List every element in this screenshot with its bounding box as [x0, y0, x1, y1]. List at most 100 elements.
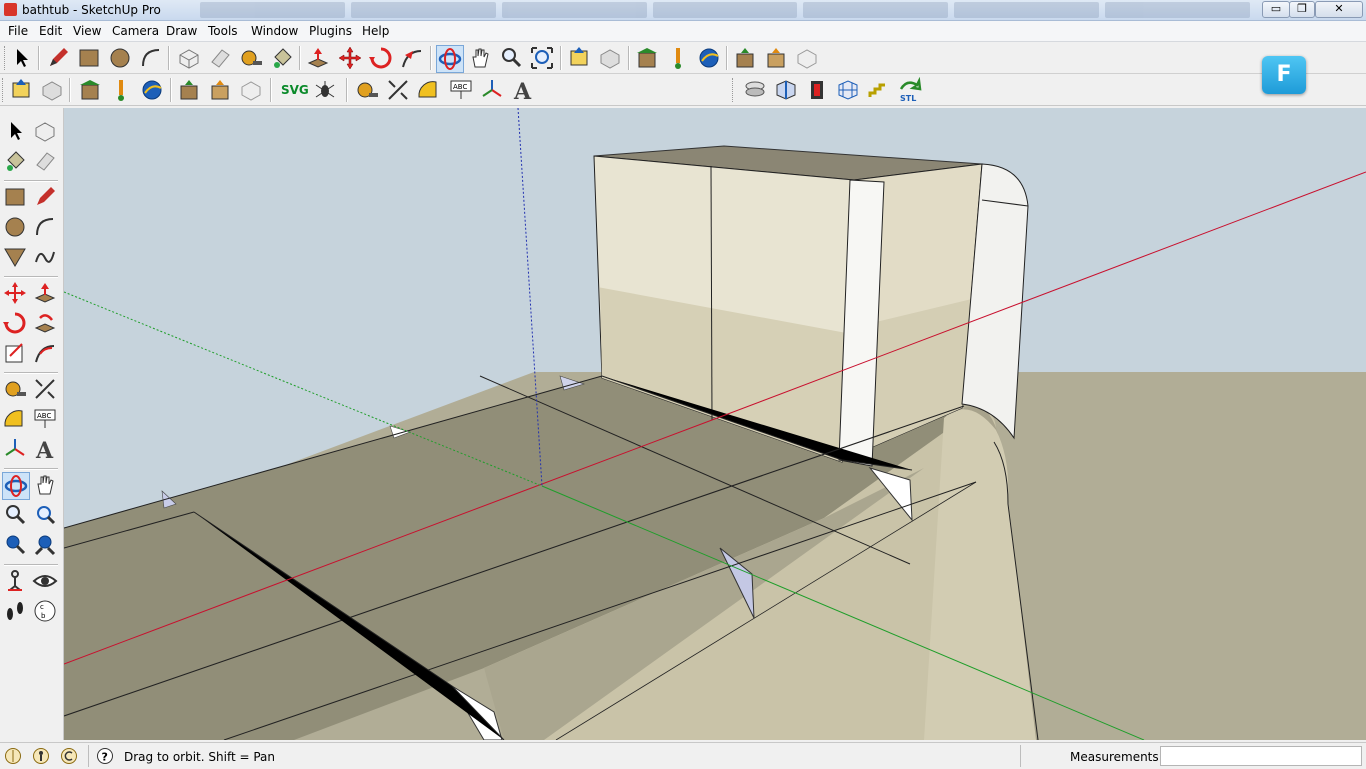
tape-measure-icon[interactable]	[238, 45, 264, 71]
pan-icon[interactable]	[467, 45, 493, 71]
dimension-icon[interactable]	[385, 77, 411, 103]
push-pull-icon[interactable]	[32, 280, 58, 306]
arc-icon[interactable]	[138, 45, 164, 71]
svg-text:A: A	[35, 438, 54, 462]
minimize-button[interactable]: ▭	[1262, 1, 1290, 18]
menu-camera[interactable]: Camera	[112, 24, 159, 38]
bug-icon[interactable]	[312, 77, 338, 103]
left-toolbar: ABC A cb	[0, 108, 64, 740]
zoom-icon[interactable]	[2, 502, 28, 528]
export-icon[interactable]	[597, 45, 623, 71]
rectangle-icon[interactable]	[2, 184, 28, 210]
svg-export-button[interactable]: SVG	[281, 83, 309, 97]
push-pull-icon[interactable]	[305, 45, 331, 71]
3d-text-icon[interactable]: A	[510, 77, 536, 103]
credits-icon[interactable]	[32, 747, 50, 765]
circle-icon[interactable]	[2, 214, 28, 240]
stl-export-icon[interactable]: STL	[897, 77, 923, 103]
menu-help[interactable]: Help	[362, 24, 389, 38]
scale-icon[interactable]	[2, 340, 28, 366]
select-icon[interactable]	[8, 45, 34, 71]
follow-me-icon[interactable]	[32, 310, 58, 336]
get-models-icon[interactable]	[665, 45, 691, 71]
help-icon[interactable]: ?	[96, 747, 114, 765]
menu-edit[interactable]: Edit	[39, 24, 62, 38]
menu-view[interactable]: View	[73, 24, 101, 38]
google-earth-icon[interactable]	[139, 77, 165, 103]
zoom-icon[interactable]	[498, 45, 524, 71]
previous-view-icon[interactable]	[32, 532, 58, 558]
google-earth-icon[interactable]	[696, 45, 722, 71]
get-models-icon[interactable]	[108, 77, 134, 103]
close-button[interactable]: ✕	[1315, 1, 1363, 18]
3d-viewport[interactable]	[64, 108, 1366, 740]
paint-bucket-icon[interactable]	[2, 148, 28, 174]
geo-location-icon[interactable]	[4, 747, 22, 765]
stairs-icon[interactable]	[866, 77, 892, 103]
layer-icon[interactable]	[742, 77, 768, 103]
paint-bucket-icon[interactable]	[269, 45, 295, 71]
axes-icon[interactable]	[479, 77, 505, 103]
share-component-icon[interactable]	[207, 77, 233, 103]
text-icon[interactable]: ABC	[32, 406, 58, 432]
protractor-icon[interactable]	[416, 77, 442, 103]
zoom-extents-icon[interactable]	[2, 532, 28, 558]
dimension-icon[interactable]	[32, 376, 58, 402]
maximize-button[interactable]: ❐	[1289, 1, 1315, 18]
position-camera-icon[interactable]	[2, 568, 28, 594]
rotate-icon[interactable]	[2, 310, 28, 336]
text-icon[interactable]: ABC	[448, 77, 474, 103]
move-icon[interactable]	[337, 45, 363, 71]
protractor-icon[interactable]	[2, 406, 28, 432]
polygon-icon[interactable]	[2, 244, 28, 270]
freehand-icon[interactable]	[32, 244, 58, 270]
share-component-icon[interactable]	[763, 45, 789, 71]
rotate-icon[interactable]	[368, 45, 394, 71]
menu-draw[interactable]: Draw	[166, 24, 197, 38]
import-icon[interactable]	[566, 45, 592, 71]
3d-warehouse-icon[interactable]	[634, 45, 660, 71]
arc-icon[interactable]	[32, 214, 58, 240]
look-around-icon[interactable]	[32, 568, 58, 594]
menu-tools[interactable]: Tools	[208, 24, 238, 38]
tape-measure-icon[interactable]	[2, 376, 28, 402]
offset-icon[interactable]	[32, 340, 58, 366]
3d-text-icon[interactable]: A	[32, 436, 58, 462]
menu-file[interactable]: File	[8, 24, 28, 38]
share-model-icon[interactable]	[176, 77, 202, 103]
3d-warehouse-icon[interactable]	[77, 77, 103, 103]
orbit-icon[interactable]	[436, 45, 464, 73]
sign-in-icon[interactable]	[60, 747, 78, 765]
move-icon[interactable]	[2, 280, 28, 306]
measurements-input[interactable]	[1160, 746, 1362, 766]
make-component-icon[interactable]	[32, 118, 58, 144]
section-cut-icon[interactable]	[773, 77, 799, 103]
import-icon[interactable]	[8, 77, 34, 103]
door-icon[interactable]	[804, 77, 830, 103]
make-component-icon[interactable]	[176, 45, 202, 71]
pan-icon[interactable]	[32, 472, 58, 498]
extension-badge-button[interactable]: F	[1262, 56, 1306, 94]
walk-icon[interactable]	[2, 598, 28, 624]
circle-icon[interactable]	[107, 45, 133, 71]
orbit-icon[interactable]	[2, 472, 30, 500]
extension-icon[interactable]	[238, 77, 264, 103]
grid-icon[interactable]	[835, 77, 861, 103]
extension-icon[interactable]	[794, 45, 820, 71]
zoom-extents-icon[interactable]	[529, 45, 555, 71]
follow-me-icon[interactable]	[399, 45, 425, 71]
tape-measure-icon[interactable]	[354, 77, 380, 103]
export-icon[interactable]	[39, 77, 65, 103]
menu-plugins[interactable]: Plugins	[309, 24, 352, 38]
menu-window[interactable]: Window	[251, 24, 298, 38]
share-model-icon[interactable]	[732, 45, 758, 71]
select-icon[interactable]	[2, 118, 28, 144]
rectangle-icon[interactable]	[76, 45, 102, 71]
eraser-icon[interactable]	[207, 45, 233, 71]
axes-icon[interactable]	[2, 436, 28, 462]
zoom-window-icon[interactable]	[32, 502, 58, 528]
eraser-icon[interactable]	[32, 148, 58, 174]
pencil-icon[interactable]	[45, 45, 71, 71]
section-plane-icon[interactable]: cb	[32, 598, 58, 624]
line-icon[interactable]	[32, 184, 58, 210]
